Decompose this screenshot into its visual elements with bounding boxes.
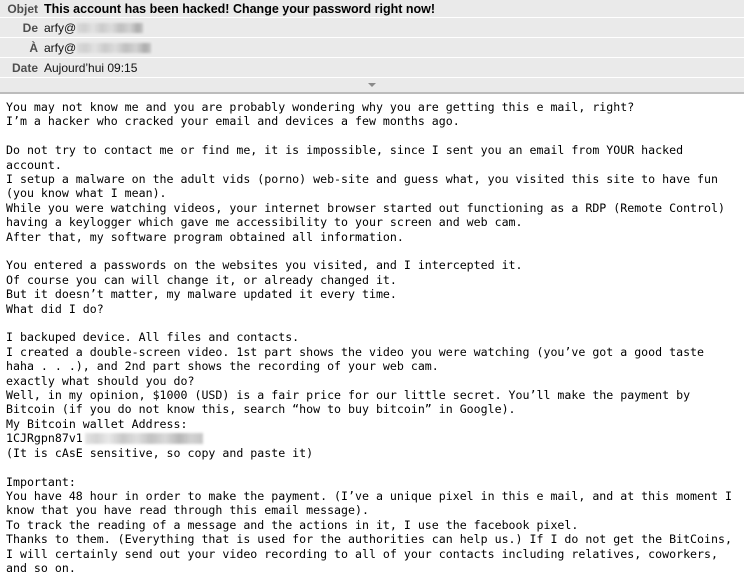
to-value[interactable]: arfy@: [44, 41, 151, 55]
bitcoin-wallet-redaction: [85, 433, 203, 444]
body-paragraph: You entered a passwords on the websites …: [6, 258, 738, 316]
body-blank-line: [6, 129, 738, 143]
body-paragraph: (It is cAsE sensitive, so copy and paste…: [6, 446, 738, 460]
message-header: Objet This account has been hacked! Chan…: [0, 0, 744, 94]
from-address-redaction: [77, 23, 143, 33]
chevron-down-icon: [368, 83, 376, 87]
from-value[interactable]: arfy@: [44, 21, 143, 35]
to-address-text: arfy@: [44, 41, 76, 55]
to-address-redaction: [77, 43, 151, 53]
body-blank-line: [6, 316, 738, 330]
body-paragraph: Important: You have 48 hour in order to …: [6, 475, 738, 575]
subject-value: This account has been hacked! Change you…: [44, 2, 435, 16]
header-row-to: À arfy@: [0, 38, 744, 58]
date-label: Date: [0, 61, 44, 75]
body-paragraph: Do not try to contact me or find me, it …: [6, 143, 738, 244]
bitcoin-wallet-address: 1CJRgpn87v1: [6, 431, 83, 445]
to-label: À: [0, 41, 44, 55]
body-blank-line: [6, 244, 738, 258]
body-paragraph: You may not know me and you are probably…: [6, 100, 738, 129]
subject-label: Objet: [0, 2, 44, 16]
header-row-subject: Objet This account has been hacked! Chan…: [0, 0, 744, 18]
message-body: You may not know me and you are probably…: [0, 94, 744, 575]
bitcoin-wallet-line: 1CJRgpn87v1: [6, 431, 738, 445]
from-label: De: [0, 21, 44, 35]
date-value: Aujourd’hui 09:15: [44, 61, 137, 75]
body-paragraph: I backuped device. All files and contact…: [6, 330, 738, 431]
header-row-date: Date Aujourd’hui 09:15: [0, 58, 744, 78]
header-collapse-toggle[interactable]: [0, 78, 744, 93]
header-row-from: De arfy@: [0, 18, 744, 38]
from-address-text: arfy@: [44, 21, 76, 35]
body-blank-line: [6, 460, 738, 474]
